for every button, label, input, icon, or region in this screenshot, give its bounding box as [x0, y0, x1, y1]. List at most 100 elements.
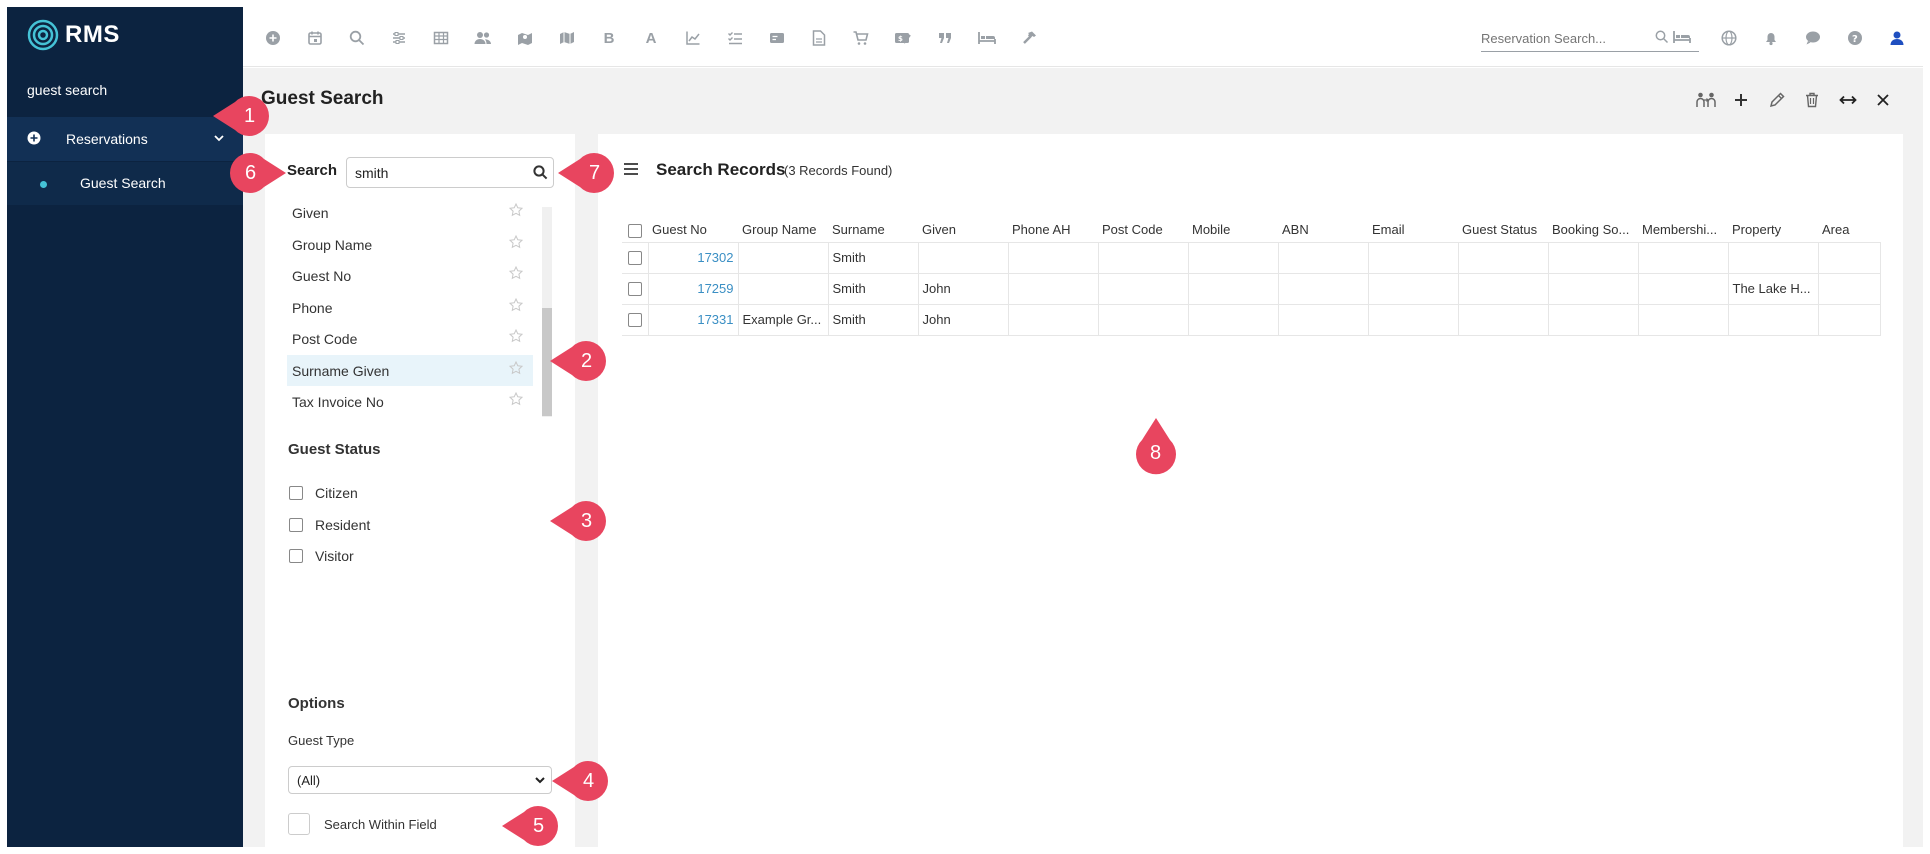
- column-header[interactable]: Given: [918, 218, 1008, 242]
- checkbox[interactable]: [288, 813, 310, 835]
- guest-status-option-visitor[interactable]: Visitor: [289, 547, 354, 565]
- row-checkbox-cell[interactable]: [622, 304, 649, 336]
- column-header[interactable]: ABN: [1278, 218, 1368, 242]
- bell-icon[interactable]: [1760, 27, 1782, 49]
- favorite-star-icon[interactable]: [509, 203, 523, 217]
- add-icon[interactable]: [1729, 88, 1753, 112]
- table-cell: [1548, 241, 1639, 274]
- search-field-option[interactable]: Surname Given: [287, 354, 533, 386]
- guest-search-box[interactable]: [346, 157, 554, 188]
- chat-icon[interactable]: [1802, 27, 1824, 49]
- guest-status-option-citizen[interactable]: Citizen: [289, 484, 358, 502]
- reservation-search-input[interactable]: [1481, 26, 1651, 50]
- favorite-star-icon[interactable]: [509, 329, 523, 343]
- rms-logo[interactable]: RMS: [27, 19, 120, 51]
- column-header[interactable]: Membershi...: [1638, 218, 1728, 242]
- checkbox[interactable]: [289, 549, 303, 563]
- favorite-star-icon[interactable]: [509, 266, 523, 280]
- favorite-star-icon[interactable]: [509, 392, 523, 406]
- help-icon[interactable]: ?: [1844, 27, 1866, 49]
- quote-icon[interactable]: [934, 27, 956, 49]
- guest-no-link[interactable]: 17259: [648, 273, 739, 305]
- checkbox[interactable]: [289, 518, 303, 532]
- grid-icon[interactable]: [430, 27, 452, 49]
- search-icon[interactable]: [346, 27, 368, 49]
- column-header[interactable]: Surname: [828, 218, 918, 242]
- guest-type-select[interactable]: (All): [288, 766, 552, 794]
- sidebar-item-reservations[interactable]: Reservations: [7, 117, 243, 161]
- reservation-search[interactable]: [1481, 26, 1699, 52]
- plus-circle-icon[interactable]: [262, 27, 284, 49]
- select-all-checkbox[interactable]: [628, 223, 642, 238]
- expand-width-icon[interactable]: [1836, 88, 1860, 112]
- menu-hamburger-icon[interactable]: [624, 162, 638, 176]
- column-header[interactable]: Email: [1368, 218, 1458, 242]
- column-header[interactable]: Guest No: [648, 218, 738, 242]
- checkbox[interactable]: [289, 486, 303, 500]
- globe-icon[interactable]: [1718, 27, 1740, 49]
- sliders-icon[interactable]: [388, 27, 410, 49]
- column-header[interactable]: Area: [1818, 218, 1880, 242]
- sidebar-item-guest-search[interactable]: Guest Search: [7, 162, 243, 205]
- checklist-icon[interactable]: [724, 27, 746, 49]
- bed-icon[interactable]: [976, 27, 998, 49]
- bed-icon[interactable]: [1673, 30, 1691, 44]
- row-checkbox[interactable]: [627, 313, 642, 328]
- select-all-checkbox-cell[interactable]: [622, 218, 648, 242]
- line-chart-icon[interactable]: [682, 27, 704, 49]
- favorite-star-icon[interactable]: [509, 234, 523, 249]
- row-checkbox-cell[interactable]: [622, 241, 649, 274]
- favorite-star-icon[interactable]: [509, 297, 523, 312]
- search-field-option[interactable]: Guest No: [287, 260, 533, 292]
- column-header[interactable]: Mobile: [1188, 218, 1278, 242]
- column-header[interactable]: Post Code: [1098, 218, 1188, 242]
- search-within-field-toggle[interactable]: Search Within Field: [288, 813, 437, 835]
- letter-a-icon[interactable]: A: [640, 27, 662, 49]
- id-card-icon[interactable]: [766, 27, 788, 49]
- guest-status-option-resident[interactable]: Resident: [289, 516, 370, 534]
- search-icon[interactable]: [1655, 30, 1669, 44]
- search-field-option[interactable]: Given: [287, 197, 533, 229]
- table-cell: [1098, 304, 1189, 336]
- row-checkbox[interactable]: [627, 251, 642, 266]
- cart-icon[interactable]: [850, 27, 872, 49]
- guest-no-link[interactable]: 17331: [648, 304, 739, 336]
- users-icon[interactable]: [472, 27, 494, 49]
- sidebar-search-text[interactable]: guest search: [27, 82, 107, 98]
- records-table: Guest No Group Name Surname Given Phone AH Po…: [622, 218, 1881, 336]
- records-title: Search Records: [656, 160, 786, 179]
- search-field-option[interactable]: Group Name: [287, 229, 533, 261]
- column-header[interactable]: Group Name: [738, 218, 828, 242]
- table-cell: Smith: [828, 241, 919, 274]
- favorite-star-icon[interactable]: [509, 360, 523, 375]
- row-checkbox[interactable]: [627, 282, 642, 297]
- top-toolbar: B A $ ?: [243, 7, 1923, 67]
- delete-trash-icon[interactable]: [1800, 88, 1824, 112]
- tag-icon[interactable]: $: [892, 27, 914, 49]
- calendar-icon[interactable]: [304, 27, 326, 49]
- table-row[interactable]: 17259 Smith John The Lake H...: [622, 273, 1881, 305]
- edit-pencil-icon[interactable]: [1765, 88, 1789, 112]
- row-checkbox-cell[interactable]: [622, 273, 649, 305]
- table-row[interactable]: 17302 Smith: [622, 241, 1881, 274]
- column-header[interactable]: Phone AH: [1008, 218, 1098, 242]
- document-icon[interactable]: [808, 27, 830, 49]
- search-field-option[interactable]: Post Code: [287, 323, 533, 355]
- guest-search-input[interactable]: [355, 163, 525, 183]
- search-field-option[interactable]: Tax Invoice No: [287, 386, 533, 417]
- guest-no-link[interactable]: 17302: [648, 241, 739, 274]
- hammer-icon[interactable]: [1018, 27, 1040, 49]
- column-header[interactable]: Property: [1728, 218, 1818, 242]
- bold-b-icon[interactable]: B: [598, 27, 620, 49]
- column-header[interactable]: Guest Status: [1458, 218, 1548, 242]
- close-icon[interactable]: [1871, 88, 1895, 112]
- map-pin-icon[interactable]: [514, 27, 536, 49]
- search-field-label: Group Name: [292, 236, 373, 253]
- column-header[interactable]: Booking So...: [1548, 218, 1638, 242]
- user-icon[interactable]: [1886, 27, 1908, 49]
- search-icon[interactable]: [533, 165, 548, 180]
- map-icon[interactable]: [556, 27, 578, 49]
- search-field-option[interactable]: Phone: [287, 292, 533, 324]
- table-row[interactable]: 17331 Example Gr... Smith John: [622, 304, 1881, 336]
- merge-guests-icon[interactable]: [1694, 88, 1718, 112]
